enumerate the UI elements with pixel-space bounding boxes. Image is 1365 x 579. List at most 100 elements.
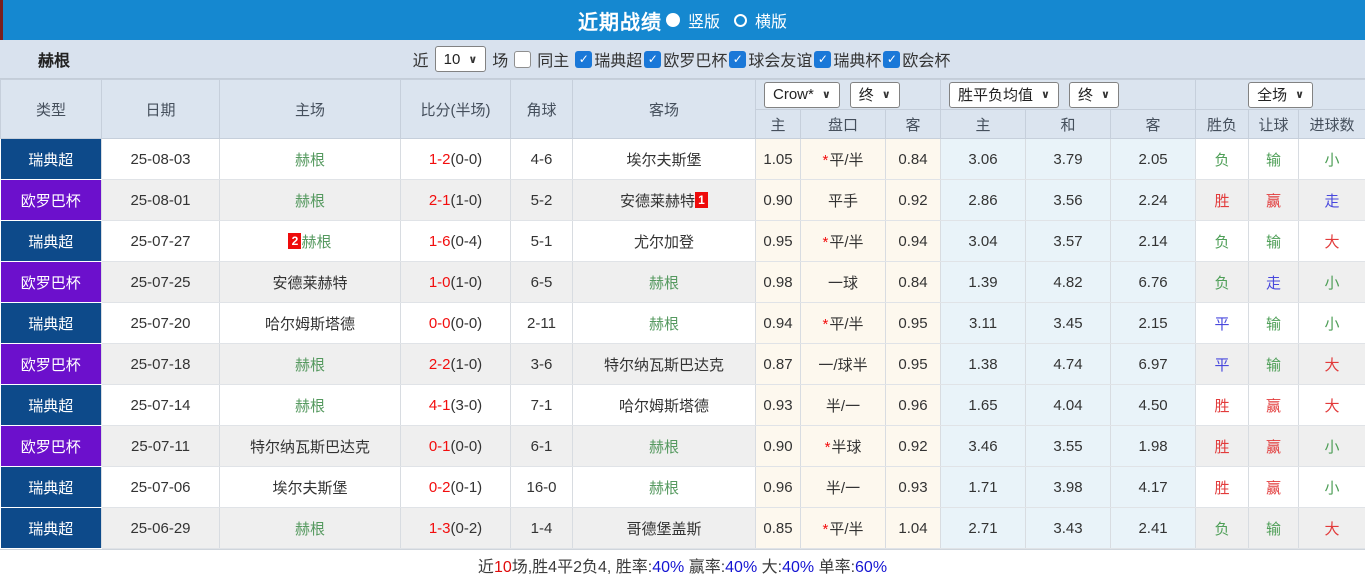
checkbox-checked-icon[interactable]: ✓ [644,50,662,68]
away-team[interactable]: 哈尔姆斯塔德 [572,384,756,426]
star-icon: * [822,151,829,169]
fulltime-select[interactable]: 全场 ∨ [1248,81,1314,108]
score-fulltime: 1-0 [428,273,451,291]
asian-line: 一球 [800,261,886,303]
asian-home-odds: 0.95 [755,220,801,262]
match-date: 25-06-29 [101,507,220,549]
chevron-down-icon: ∨ [881,89,891,101]
bookmaker-select[interactable]: Crow* ∨ [764,81,840,108]
league-filter-item[interactable]: ✓ 欧会杯 [883,47,952,71]
result-group: 全场 ∨ [1195,79,1365,110]
result-handicap: 输 [1248,220,1300,262]
match-date: 25-07-27 [101,220,220,262]
summary-segment: 单率: [814,559,856,576]
score-fulltime: 0-2 [428,478,451,496]
col-away: 客场 [572,79,756,139]
league-filter-item[interactable]: ✓ 球会友谊 [729,47,814,71]
avg-away-odds: 2.41 [1110,507,1197,549]
checkbox-checked-icon[interactable]: ✓ [883,50,901,68]
league-filter-item[interactable]: ✓ 欧罗巴杯 [644,47,729,71]
home-team[interactable]: 2 赫根 [219,220,401,262]
score-fulltime: 2-1 [428,191,451,209]
avg-type-select[interactable]: 胜平负均值 ∨ [949,81,1059,108]
avg-period-select[interactable]: 终 ∨ [1068,81,1119,108]
same-home-label: 同主 [537,53,570,70]
away-team[interactable]: 赫根 [572,302,756,344]
away-team[interactable]: 特尔纳瓦斯巴达克 [572,343,756,385]
asian-away-odds: 1.04 [885,507,942,549]
away-team[interactable]: 哥德堡盖斯 [572,507,756,549]
team-label: 赫根 [294,192,325,210]
chevron-down-icon: ∨ [1295,89,1305,101]
away-team[interactable]: 埃尔夫斯堡 [572,138,756,180]
same-home-checkbox[interactable] [514,50,532,68]
asian-line: *平/半 [800,138,886,180]
avg-away-odds: 4.17 [1110,466,1197,508]
avg-odds-group: 胜平负均值 ∨ 终 ∨ [940,79,1197,110]
result-goals: 大 [1298,507,1365,549]
layout-vertical-label[interactable]: 竖版 [688,8,720,32]
star-icon: * [824,438,831,456]
bookmaker-value: Crow* [773,86,814,103]
match-score: 1-6(0-4) [400,220,511,262]
result-goals: 大 [1298,384,1365,426]
away-team[interactable]: 赫根 [572,466,756,508]
match-date: 25-07-25 [101,261,220,303]
asian-home-odds: 0.85 [755,507,801,549]
league-filter-item[interactable]: ✓ 瑞典杯 [814,47,883,71]
score-halftime: (1-0) [450,355,483,373]
summary-segment: 40% [782,559,815,576]
checkbox-checked-icon[interactable]: ✓ [814,50,832,68]
match-count-select[interactable]: 10 ∨ [434,46,487,72]
radio-selected-icon[interactable] [665,13,680,27]
layout-vertical-option[interactable]: 竖版 [665,8,720,32]
asian-home-odds: 0.94 [755,302,801,344]
score-halftime: (1-0) [450,191,483,209]
home-team[interactable]: 赫根 [219,343,401,385]
avg-away-odds: 2.14 [1110,220,1197,262]
away-team[interactable]: 赫根 [572,425,756,467]
asian-away-odds: 0.84 [885,261,942,303]
match-date: 25-08-01 [101,179,220,221]
home-team[interactable]: 哈尔姆斯塔德 [219,302,401,344]
team-name: 赫根 [38,53,71,70]
match-row: 瑞典超 25-06-29 赫根 1-3(0-2) 1-4 哥德堡盖斯 0.85 *平/半 1.0… [0,507,1365,549]
home-team[interactable]: 安德莱赫特 [219,261,401,303]
layout-horizontal-label[interactable]: 横版 [755,8,787,32]
col-avg-home: 主 [940,109,1027,139]
corners: 5-1 [510,220,573,262]
home-team[interactable]: 赫根 [219,507,401,549]
result-goals: 走 [1298,179,1365,221]
avg-home-odds: 2.86 [940,179,1027,221]
layout-horizontal-option[interactable]: 横版 [734,8,787,32]
result-handicap: 输 [1248,302,1300,344]
home-team[interactable]: 埃尔夫斯堡 [219,466,401,508]
checkbox-checked-icon[interactable]: ✓ [729,50,747,68]
star-icon: * [822,233,829,251]
score-halftime: (0-1) [450,478,483,496]
home-team[interactable]: 赫根 [219,384,401,426]
asian-away-odds: 0.94 [885,220,942,262]
away-team[interactable]: 赫根 [572,261,756,303]
score-fulltime: 4-1 [428,396,451,414]
away-team[interactable]: 尤尔加登 [572,220,756,262]
asian-period-select[interactable]: 终 ∨ [849,81,900,108]
corners: 16-0 [510,466,573,508]
radio-unselected-icon[interactable] [734,13,747,27]
league-filter-item[interactable]: ✓ 瑞典超 [575,47,644,71]
asian-line: *平/半 [800,302,886,344]
result-handicap: 赢 [1248,179,1300,221]
away-team[interactable]: 安德莱赫特 1 [572,179,756,221]
team-label: 赫根 [294,397,325,415]
home-team[interactable]: 特尔纳瓦斯巴达克 [219,425,401,467]
asian-line: *半球 [800,425,886,467]
league-badge: 瑞典超 [0,507,102,549]
title-bar: 近期战绩 竖版 横版 [0,0,1365,40]
result-handicap: 输 [1248,138,1300,180]
result-outcome: 负 [1195,507,1250,549]
home-team[interactable]: 赫根 [219,138,401,180]
col-avg-away: 客 [1110,109,1197,139]
team-label: 尤尔加登 [633,233,694,251]
checkbox-checked-icon[interactable]: ✓ [575,50,593,68]
home-team[interactable]: 赫根 [219,179,401,221]
